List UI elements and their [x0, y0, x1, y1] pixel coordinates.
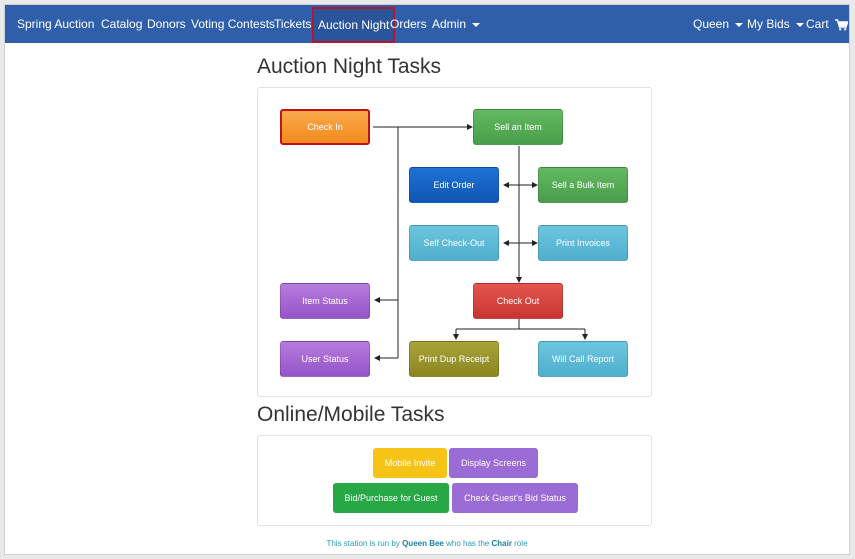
station-footer: This station is run by Queen Bee who has… — [5, 539, 849, 548]
check-out-node[interactable]: Check Out — [473, 283, 563, 319]
user-menu-label: Queen — [693, 17, 730, 31]
print-dup-receipt-node[interactable]: Print Dup Receipt — [409, 341, 499, 377]
online-mobile-title: Online/Mobile Tasks — [257, 403, 445, 426]
top-navbar: Spring Auction Catalog Donors Voting Con… — [5, 5, 849, 43]
cart-icon — [835, 19, 849, 31]
mobile-invite-button[interactable]: Mobile Invite — [373, 448, 447, 478]
footer-user-name: Queen Bee — [402, 539, 444, 548]
edit-order-node[interactable]: Edit Order — [409, 167, 499, 203]
footer-role: Chair — [491, 539, 512, 548]
nav-orders[interactable]: Orders — [390, 5, 427, 43]
sell-bulk-item-node[interactable]: Sell a Bulk Item — [538, 167, 628, 203]
footer-prefix: This station is run by — [326, 539, 400, 548]
user-menu-dropdown[interactable]: Queen — [693, 5, 744, 43]
check-guest-bid-status-button[interactable]: Check Guest's Bid Status — [452, 483, 578, 513]
cart-label: Cart — [806, 17, 829, 31]
nav-voting-contests[interactable]: Voting Contests — [191, 5, 275, 43]
my-bids-dropdown[interactable]: My Bids — [747, 5, 804, 43]
app-window: Spring Auction Catalog Donors Voting Con… — [4, 4, 850, 555]
user-status-node[interactable]: User Status — [280, 341, 370, 377]
my-bids-label: My Bids — [747, 17, 790, 31]
self-check-out-node[interactable]: Self Check-Out — [409, 225, 499, 261]
nav-auction-night[interactable]: Auction Night — [312, 7, 396, 43]
nav-tickets[interactable]: Tickets — [274, 5, 312, 43]
item-status-node[interactable]: Item Status — [280, 283, 370, 319]
auction-night-panel: Check In Sell an Item Edit Order Sell a … — [257, 87, 652, 397]
nav-admin-label: Admin — [432, 17, 467, 31]
will-call-report-node[interactable]: Will Call Report — [538, 341, 628, 377]
footer-middle: who has the — [446, 539, 490, 548]
nav-admin-dropdown[interactable]: Admin — [432, 5, 481, 43]
nav-donors[interactable]: Donors — [147, 5, 186, 43]
cart-link[interactable]: Cart — [806, 5, 849, 43]
check-in-node[interactable]: Check In — [280, 109, 370, 145]
chevron-down-icon — [795, 22, 804, 27]
chevron-down-icon — [735, 22, 744, 27]
nav-catalog[interactable]: Catalog — [101, 5, 142, 43]
brand-link[interactable]: Spring Auction — [17, 5, 94, 43]
chevron-down-icon — [472, 22, 481, 27]
bid-purchase-for-guest-button[interactable]: Bid/Purchase for Guest — [333, 483, 449, 513]
online-mobile-panel: Mobile Invite Display Screens Bid/Purcha… — [257, 435, 652, 526]
print-invoices-node[interactable]: Print Invoices — [538, 225, 628, 261]
sell-item-node[interactable]: Sell an Item — [473, 109, 563, 145]
footer-suffix: role — [514, 539, 528, 548]
auction-night-title: Auction Night Tasks — [257, 55, 442, 78]
display-screens-button[interactable]: Display Screens — [449, 448, 538, 478]
